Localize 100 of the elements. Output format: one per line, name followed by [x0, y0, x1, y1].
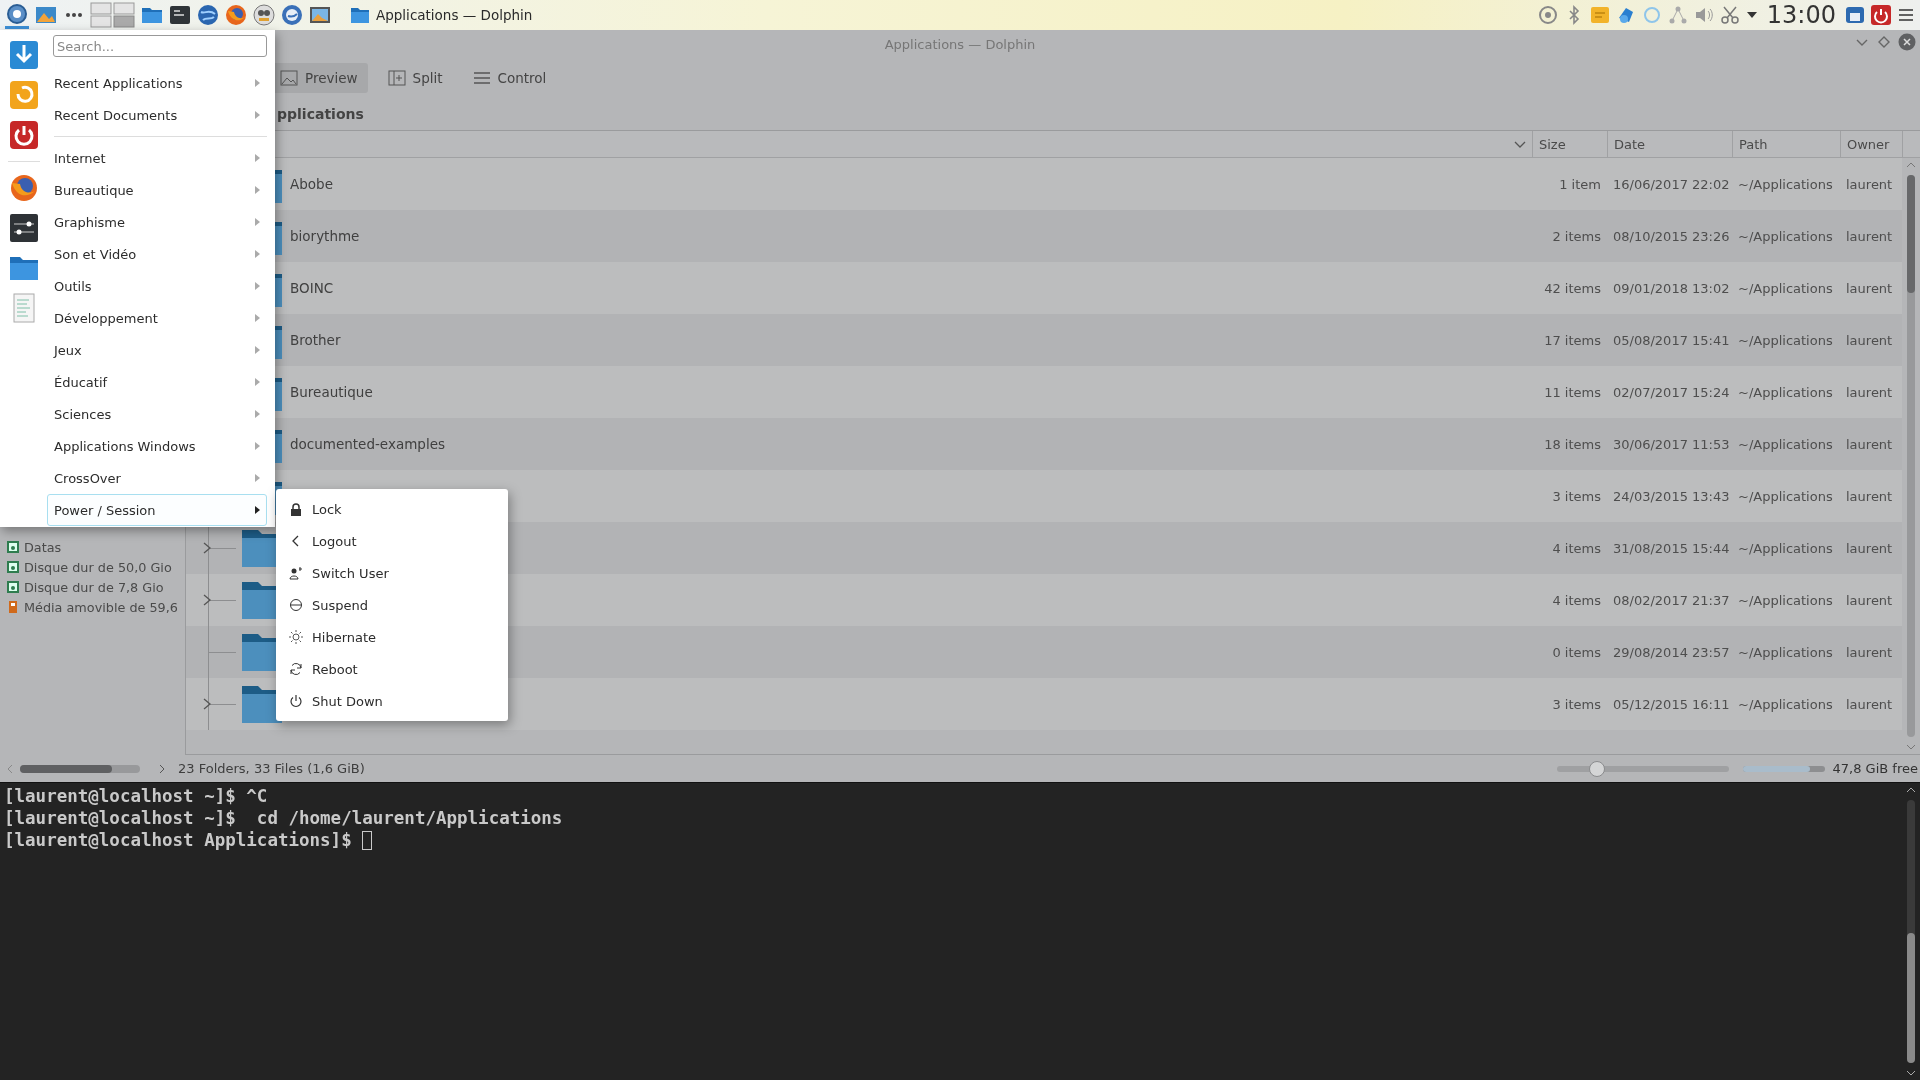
launcher-icon[interactable]	[4, 1, 30, 29]
menu-item[interactable]: Internet	[47, 142, 267, 174]
menu-item[interactable]: Bureautique	[47, 174, 267, 206]
menu-item[interactable]: Power / Session	[47, 494, 267, 526]
expander-icon[interactable]	[201, 541, 213, 555]
globe-icon[interactable]	[196, 3, 220, 27]
table-cell-text: ~/Applications	[1737, 540, 1834, 556]
menu-item[interactable]: Sciences	[47, 398, 267, 430]
table-cell-text: 16/06/2017 22:02	[1612, 176, 1731, 192]
table-cell-text: 08/02/2017 21:37	[1612, 592, 1731, 608]
table-cell-text: 3 items	[1551, 488, 1602, 504]
menu-item[interactable]: Recent Applications	[47, 67, 267, 99]
note-icon[interactable]	[1588, 4, 1611, 26]
column-header[interactable]: Date	[1607, 131, 1732, 157]
menu-item[interactable]: Shut Down	[276, 685, 508, 717]
expander-icon[interactable]	[201, 697, 213, 711]
menu-item[interactable]: Lock	[276, 493, 508, 525]
menu-item[interactable]: Applications Windows	[47, 430, 267, 462]
submenu-arrow-icon	[254, 153, 262, 163]
submenu-arrow-icon	[254, 473, 262, 483]
scrollbar-handle[interactable]	[1907, 933, 1915, 1063]
submenu-arrow-icon	[254, 313, 262, 323]
menu-item[interactable]: Éducatif	[47, 366, 267, 398]
clock[interactable]: 13:00	[1766, 1, 1836, 29]
expander-icon[interactable]	[201, 593, 213, 607]
drive-icon	[6, 560, 20, 574]
breadcrumb[interactable]: pplications	[277, 106, 364, 122]
menu-item[interactable]: Développement	[47, 302, 267, 334]
table-cell-text: ~/Applications	[1737, 280, 1834, 296]
fox-icon[interactable]	[9, 173, 39, 203]
task-button[interactable]: Applications — Dolphin	[344, 1, 539, 29]
file-name[interactable]: documented-examples	[290, 436, 445, 452]
drive-icon	[6, 580, 20, 594]
file-name[interactable]: BOINC	[290, 280, 334, 296]
menu-item[interactable]: CrossOver	[47, 462, 267, 494]
table-cell-text: 0 items	[1551, 644, 1602, 660]
scissors-icon[interactable]	[1718, 4, 1741, 26]
reboot-icon	[289, 662, 303, 676]
menu-item[interactable]: Reboot	[276, 653, 508, 685]
toolbar-button[interactable]: Control	[462, 63, 557, 93]
column-header[interactable]: Owner	[1840, 131, 1902, 157]
table-cell-text: laurent	[1845, 384, 1894, 400]
search-field[interactable]: Search...	[53, 35, 267, 57]
column-header[interactable]: Path	[1732, 131, 1840, 157]
maximize-icon[interactable]	[1876, 34, 1892, 50]
table-cell-text: 2 items	[1551, 228, 1602, 244]
table-cell-text: 29/08/2014 23:57	[1612, 644, 1731, 660]
file-name[interactable]: Abobe	[290, 176, 333, 192]
free-space-label: 47,8 GiB free	[1832, 761, 1918, 776]
terminal-line: [laurent@localhost Applications]$	[4, 829, 353, 851]
place-item[interactable]: Média amovible de 59,6	[0, 597, 185, 617]
file-name[interactable]: biorythme	[290, 228, 360, 244]
place-item[interactable]: Disque dur de 7,8 Gio	[0, 577, 185, 597]
table-cell-text: laurent	[1845, 488, 1894, 504]
zoom-slider[interactable]	[1556, 760, 1729, 777]
submenu-arrow-icon	[254, 281, 262, 291]
text-cursor	[362, 830, 373, 850]
menu-item[interactable]: Suspend	[276, 589, 508, 621]
download-icon[interactable]	[9, 40, 39, 70]
table-cell-text: ~/Applications	[1737, 436, 1834, 452]
table-cell-text: laurent	[1845, 644, 1894, 660]
column-header[interactable]: Size	[1532, 131, 1607, 157]
close-icon[interactable]	[1898, 33, 1916, 51]
place-item[interactable]: Disque dur de 50,0 Gio	[0, 557, 185, 577]
submenu-arrow-icon	[254, 217, 262, 227]
power-icon[interactable]	[1870, 4, 1892, 26]
menu-item[interactable]: Hibernate	[276, 621, 508, 653]
file-name[interactable]: Bureautique	[290, 384, 373, 400]
table-cell-text: ~/Applications	[1737, 176, 1834, 192]
menu-item[interactable]: Graphisme	[47, 206, 267, 238]
table-cell-text: 11 items	[1543, 384, 1602, 400]
submenu-arrow-icon	[254, 249, 262, 259]
power-icon	[289, 694, 303, 708]
terminal-icon[interactable]	[168, 3, 192, 27]
submenu-arrow-icon	[254, 505, 262, 515]
table-cell-text: 4 items	[1551, 592, 1602, 608]
toolbar-button[interactable]: Split	[377, 63, 453, 93]
menu-item[interactable]: Son et Vidéo	[47, 238, 267, 270]
task-title: Applications — Dolphin	[376, 7, 533, 23]
table-cell-text: 24/03/2015 13:43	[1612, 488, 1731, 504]
menu-item[interactable]: Jeux	[47, 334, 267, 366]
table-cell-text: ~/Applications	[1737, 228, 1834, 244]
submenu-arrow-icon	[254, 377, 262, 387]
place-item[interactable]: Datas	[0, 537, 185, 557]
sliders-icon[interactable]	[9, 213, 39, 243]
scrollbar-handle[interactable]	[1907, 175, 1915, 293]
menu-item[interactable]: Logout	[276, 525, 508, 557]
sun-icon	[289, 630, 303, 644]
table-cell-text: laurent	[1845, 228, 1894, 244]
round-app-icon[interactable]	[252, 3, 276, 27]
power-icon[interactable]	[9, 120, 39, 150]
refresh-icon[interactable]	[9, 80, 39, 110]
menu-item[interactable]: Outils	[47, 270, 267, 302]
table-cell-text: laurent	[1845, 592, 1894, 608]
menu-item[interactable]: Recent Documents	[47, 99, 267, 131]
file-name[interactable]: Brother	[290, 332, 341, 348]
menu-item[interactable]: Switch User	[276, 557, 508, 589]
submenu-arrow-icon	[254, 185, 262, 195]
table-cell-text: ~/Applications	[1737, 644, 1834, 660]
fox-icon[interactable]	[224, 3, 248, 27]
